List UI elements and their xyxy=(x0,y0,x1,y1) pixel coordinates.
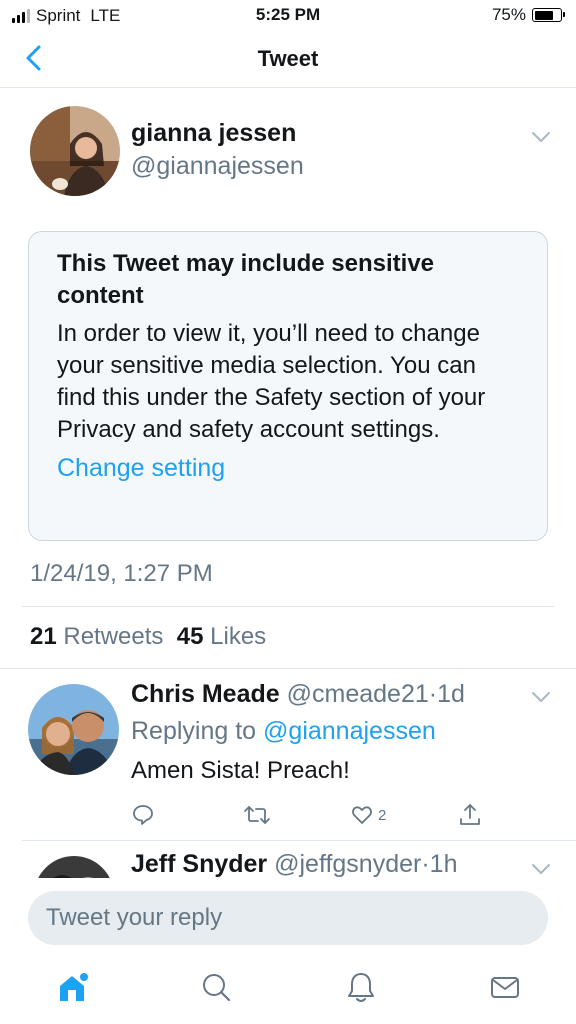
battery-percent: 75% xyxy=(491,5,526,24)
mail-icon xyxy=(491,977,519,998)
tab-search[interactable] xyxy=(199,970,233,1004)
change-setting-link[interactable]: Change setting xyxy=(57,454,225,483)
page-title: Tweet xyxy=(257,46,319,71)
like-label: Likes xyxy=(210,623,267,650)
reply-menu-button[interactable] xyxy=(530,862,552,876)
reply-header: Jeff Snyder @jeffgsnyder·1h xyxy=(131,850,457,878)
reply-text: Amen Sista! Preach! xyxy=(131,757,350,784)
like-action-button[interactable]: 2 xyxy=(350,800,386,830)
likes-stat[interactable]: 45 Likes xyxy=(177,623,266,650)
reply-action-button[interactable] xyxy=(131,800,155,830)
author-photo xyxy=(30,106,120,196)
reply-author-handle[interactable]: @cmeade21 xyxy=(287,680,429,708)
reply-author-handle[interactable]: @jeffgsnyder xyxy=(274,850,421,878)
like-count: 45 xyxy=(176,623,204,650)
separator-dot: · xyxy=(421,850,430,878)
tweet-menu-button[interactable] xyxy=(530,130,552,144)
replying-to-label: Replying to xyxy=(131,717,257,745)
reply-author-photo xyxy=(28,684,119,775)
bell-icon xyxy=(348,973,374,1002)
chevron-down-icon xyxy=(532,864,550,874)
heart-icon xyxy=(352,806,372,824)
share-action-button[interactable] xyxy=(458,800,482,830)
reply-input[interactable] xyxy=(28,891,548,945)
battery-fill xyxy=(534,10,554,20)
sensitive-title: This Tweet may include sensitive content xyxy=(57,250,435,309)
share-icon xyxy=(460,804,480,825)
tweet-timestamp: 1/24/19, 1:27 PM xyxy=(30,560,213,587)
reply-author-photo xyxy=(34,856,114,878)
retweets-stat[interactable]: 21 Retweets xyxy=(30,623,163,650)
battery-icon xyxy=(532,8,565,22)
reply-time: 1d xyxy=(437,680,465,708)
status-bar: Sprint LTE 5:25 PM 75% xyxy=(0,0,576,32)
reply-time: 1h xyxy=(429,850,458,878)
sensitive-body: In order to view it, you’ll need to chan… xyxy=(57,320,486,443)
reply-author-name[interactable]: Chris Meade xyxy=(131,680,280,708)
nav-bar: Tweet xyxy=(0,32,576,88)
divider xyxy=(22,606,554,607)
status-right: 75% xyxy=(491,5,565,25)
partial-reply: Jeff Snyder @jeffgsnyder·1h xyxy=(0,840,576,878)
reply-like-count: 2 xyxy=(378,806,387,824)
retweet-action-button[interactable] xyxy=(243,800,271,830)
reply-menu-button[interactable] xyxy=(530,690,552,704)
avatar[interactable] xyxy=(34,856,114,878)
tab-messages[interactable] xyxy=(488,970,522,1004)
search-icon xyxy=(203,974,231,1002)
author-name[interactable]: gianna jessen xyxy=(131,119,296,148)
replying-to-mention[interactable]: @giannajessen xyxy=(263,717,436,745)
retweet-icon xyxy=(244,806,270,824)
tab-bar xyxy=(0,952,576,1024)
sensitive-content-notice: This Tweet may include sensitive content… xyxy=(28,231,548,541)
replying-to: Replying to @giannajessen xyxy=(131,717,436,746)
separator-dot: · xyxy=(428,680,438,708)
avatar[interactable] xyxy=(30,106,120,196)
reply-author-name[interactable]: Jeff Snyder xyxy=(131,850,267,878)
retweet-label: Retweets xyxy=(63,623,164,650)
reply-header: Chris Meade @cmeade21·1d xyxy=(131,680,465,709)
chevron-down-icon xyxy=(532,692,550,702)
divider xyxy=(0,668,576,669)
tab-home[interactable] xyxy=(54,970,88,1004)
home-icon xyxy=(60,973,88,1001)
chevron-down-icon xyxy=(532,132,550,142)
author-handle[interactable]: @giannajessen xyxy=(131,152,304,181)
status-time: 5:25 PM xyxy=(255,5,321,24)
tab-notifications[interactable] xyxy=(344,970,378,1004)
tweet-stats: 21 Retweets 45 Likes xyxy=(30,623,266,651)
retweet-count: 21 xyxy=(30,623,57,650)
avatar[interactable] xyxy=(28,684,119,775)
comment-icon xyxy=(133,805,153,825)
